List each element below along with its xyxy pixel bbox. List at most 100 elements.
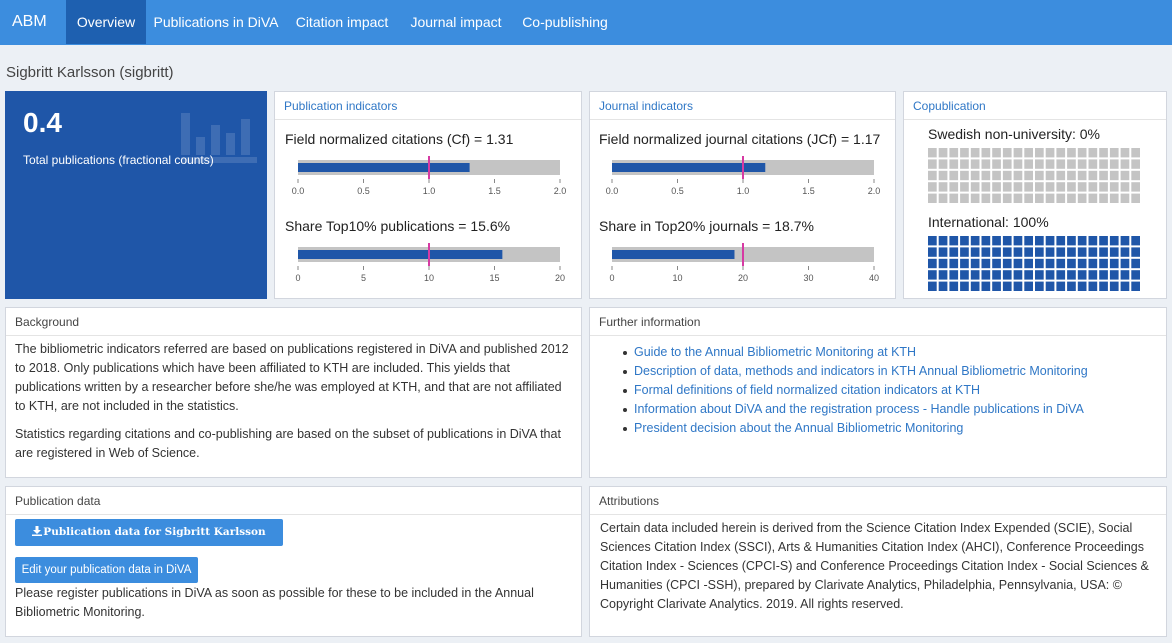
gauge-tick-label: 10 (424, 273, 434, 283)
link-president-decision[interactable]: President decision about the Annual Bibl… (623, 419, 1088, 438)
top10-label: Share Top10% publications = 15.6% (285, 218, 511, 234)
waffle-cell (1109, 193, 1119, 203)
waffle-cell (928, 258, 937, 269)
waffle-cell (1002, 270, 1012, 280)
waffle-cell (1088, 247, 1098, 257)
waffle-cell (949, 170, 959, 181)
waffle-cell (981, 170, 991, 181)
waffle-cell (938, 148, 948, 158)
waffle-cell (981, 148, 991, 158)
waffle-cell (949, 159, 959, 169)
bar-chart-icon (181, 113, 257, 163)
waffle-cell (960, 236, 969, 246)
waffle-cell (938, 193, 948, 203)
waffle-cell (1035, 247, 1044, 257)
top20-label: Share in Top20% journals = 18.7% (599, 218, 814, 234)
waffle-cell (1002, 247, 1012, 257)
gauge-tick-label: 1.5 (488, 186, 501, 196)
waffle-cell (928, 270, 937, 280)
gauge-tick-label: 40 (869, 273, 879, 283)
waffle-cell (1035, 258, 1044, 269)
gauge-tick-label: 20 (738, 273, 748, 283)
swedish-copub-waffle (928, 148, 1140, 203)
waffle-cell (949, 182, 959, 192)
waffle-cell (1024, 170, 1033, 181)
waffle-cell (1109, 258, 1119, 269)
waffle-cell (1077, 258, 1087, 269)
waffle-cell (981, 182, 991, 192)
waffle-cell (1088, 236, 1098, 246)
link-description-data-methods[interactable]: Description of data, methods and indicat… (623, 362, 1088, 381)
waffle-cell (1067, 148, 1076, 158)
waffle-cell (949, 281, 959, 291)
link-guide-annual-monitoring[interactable]: Guide to the Annual Bibliometric Monitor… (623, 343, 1088, 362)
waffle-cell (1077, 148, 1087, 158)
gauge-tick-label: 0.5 (671, 186, 684, 196)
waffle-cell (960, 193, 969, 203)
waffle-cell (1056, 236, 1066, 246)
waffle-cell (938, 236, 948, 246)
waffle-cell (1067, 281, 1076, 291)
tab-journal-impact[interactable]: Journal impact (402, 0, 510, 44)
waffle-cell (960, 270, 969, 280)
waffle-cell (1013, 148, 1023, 158)
waffle-cell (1099, 170, 1108, 181)
further-information-links: Guide to the Annual Bibliometric Monitor… (623, 343, 1088, 438)
waffle-cell (1035, 270, 1044, 280)
cf-gauge: 0.0 0.5 1.0 1.5 2.0 (292, 156, 567, 196)
tab-publications-in-diva[interactable]: Publications in DiVA (150, 0, 282, 44)
waffle-cell (1120, 170, 1130, 181)
link-diva-registration[interactable]: Information about DiVA and the registrat… (623, 400, 1088, 419)
gauge-value-bar (298, 163, 470, 172)
background-paragraph-2: Statistics regarding citations and co-pu… (15, 427, 561, 460)
waffle-cell (1056, 182, 1066, 192)
waffle-cell (1120, 193, 1130, 203)
waffle-cell (1013, 258, 1023, 269)
download-icon (32, 526, 43, 536)
edit-publication-data-button[interactable]: Edit your publication data in DiVA (15, 557, 198, 583)
waffle-cell (928, 247, 937, 257)
tab-citation-impact[interactable]: Citation impact (288, 0, 396, 44)
waffle-cell (1045, 247, 1055, 257)
waffle-cell (1131, 193, 1140, 203)
waffle-cell (1088, 148, 1098, 158)
waffle-cell (981, 270, 991, 280)
gauge-tick-label: 2.0 (554, 186, 567, 196)
waffle-cell (1035, 281, 1044, 291)
gauge-reference-line (742, 243, 744, 266)
waffle-cell (1035, 148, 1044, 158)
waffle-cell (1024, 258, 1033, 269)
waffle-cell (1131, 148, 1140, 158)
waffle-cell (960, 258, 969, 269)
waffle-cell (1131, 258, 1140, 269)
waffle-cell (1002, 236, 1012, 246)
waffle-cell (1109, 182, 1119, 192)
waffle-cell (1002, 159, 1012, 169)
waffle-cell (1120, 270, 1130, 280)
waffle-cell (970, 148, 980, 158)
waffle-cell (949, 193, 959, 203)
waffle-cell (970, 281, 980, 291)
background-paragraph-1: The bibliometric indicators referred are… (15, 342, 569, 413)
waffle-cell (1013, 247, 1023, 257)
link-formal-definitions[interactable]: Formal definitions of field normalized c… (623, 381, 1088, 400)
waffle-cell (1045, 258, 1055, 269)
waffle-cell (1067, 170, 1076, 181)
waffle-cell (992, 236, 1001, 246)
tab-overview[interactable]: Overview (66, 0, 146, 44)
waffle-cell (938, 258, 948, 269)
waffle-cell (928, 281, 937, 291)
download-publication-data-button[interactable]: Publication data for Sigbritt Karlsson (… (15, 519, 283, 565)
waffle-cell (981, 281, 991, 291)
waffle-cell (1077, 247, 1087, 257)
waffle-cell (1013, 281, 1023, 291)
publication-data-note: Please register publications in DiVA as … (15, 586, 534, 619)
waffle-cell (1077, 193, 1087, 203)
waffle-cell (1067, 182, 1076, 192)
gauge-tick-label: 0 (609, 273, 614, 283)
top-navbar: ABM Overview Publications in DiVA Citati… (0, 0, 1172, 45)
tab-co-publishing[interactable]: Co-publishing (516, 0, 614, 44)
waffle-cell (981, 258, 991, 269)
brand-logo[interactable]: ABM (12, 13, 47, 31)
waffle-cell (949, 247, 959, 257)
